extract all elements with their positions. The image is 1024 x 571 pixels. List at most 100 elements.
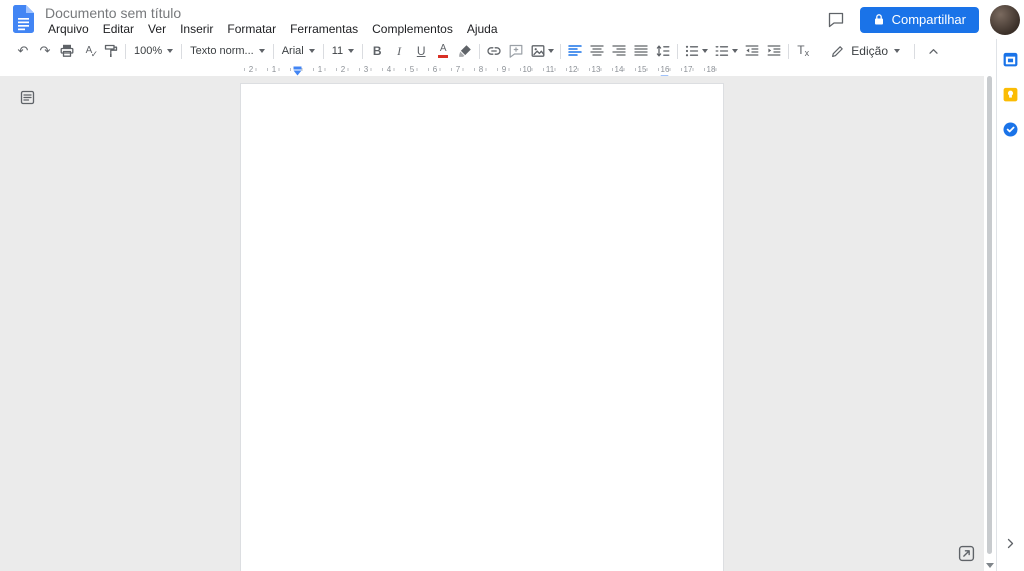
bulleted-list-button[interactable] <box>681 40 711 62</box>
paint-roller-icon <box>104 44 118 57</box>
chevron-down-icon <box>548 49 555 53</box>
show-outline-button[interactable] <box>18 88 36 106</box>
ruler-number: 2 <box>248 65 254 74</box>
bulleted-list-icon <box>686 45 699 57</box>
highlighter-icon <box>459 45 471 57</box>
chevron-down-icon <box>258 49 265 53</box>
underline-button[interactable]: U <box>410 40 432 62</box>
insert-image-button[interactable] <box>527 40 557 62</box>
editing-mode-dropdown[interactable]: Edição <box>823 40 907 62</box>
header: Documento sem título Arquivo Editar Ver … <box>0 0 1024 39</box>
spellcheck-button[interactable]: A ✓ <box>78 40 100 62</box>
undo-button[interactable]: ↶ <box>12 40 34 62</box>
clear-formatting-button[interactable]: Tx <box>792 40 814 62</box>
separator <box>362 43 364 59</box>
document-outline-icon <box>20 90 34 104</box>
menu-bar: Arquivo Editar Ver Inserir Formatar Ferr… <box>41 21 505 37</box>
text-color-icon: A <box>438 44 449 58</box>
italic-button[interactable]: I <box>388 40 410 62</box>
document-title[interactable]: Documento sem título <box>45 5 181 21</box>
tasks-button[interactable] <box>1002 120 1020 138</box>
menu-editar[interactable]: Editar <box>96 21 141 37</box>
hide-side-panel-button[interactable] <box>997 538 1024 549</box>
menu-arquivo[interactable]: Arquivo <box>41 21 96 37</box>
calendar-button[interactable] <box>1002 50 1020 68</box>
menu-inserir[interactable]: Inserir <box>173 21 220 37</box>
insert-link-button[interactable] <box>483 40 505 62</box>
clear-formatting-icon: Tx <box>797 43 810 58</box>
scrollbar-thumb[interactable] <box>987 76 992 554</box>
menu-formatar[interactable]: Formatar <box>220 21 283 37</box>
increase-indent-icon <box>767 45 781 56</box>
ruler-ticks <box>244 68 726 71</box>
separator <box>125 43 126 59</box>
paint-format-button[interactable] <box>100 40 122 62</box>
align-justify-icon <box>634 45 648 56</box>
ruler-number: 7 <box>455 65 461 74</box>
ruler-number: 8 <box>478 65 484 74</box>
chevron-down-icon <box>308 49 315 53</box>
align-center-icon <box>590 45 604 56</box>
open-comments-button[interactable] <box>823 7 849 33</box>
font-size-value: 11 <box>331 45 344 57</box>
highlight-color-button[interactable] <box>454 40 476 62</box>
font-size-dropdown[interactable]: 11 <box>327 40 359 62</box>
keep-button[interactable] <box>1002 85 1020 103</box>
ruler-number: 13 <box>591 65 601 74</box>
docs-logo-icon[interactable] <box>13 5 34 33</box>
chevron-down-icon <box>348 49 355 53</box>
increase-indent-button[interactable] <box>763 40 785 62</box>
styles-dropdown[interactable]: Texto norm... <box>185 40 270 62</box>
align-right-button[interactable] <box>608 40 630 62</box>
horizontal-ruler: 2 1 1 2 3 4 5 6 7 8 9 10 11 12 13 14 15 16 17 18 <box>0 63 984 81</box>
font-dropdown[interactable]: Arial <box>277 40 320 62</box>
decrease-indent-button[interactable] <box>741 40 763 62</box>
ruler-number: 15 <box>637 65 647 74</box>
google-docs-app: { "colors": { "accent_blue": "#1a73e8", … <box>0 0 1024 571</box>
comment-icon <box>828 12 843 27</box>
zoom-dropdown[interactable]: 100% <box>129 40 178 62</box>
align-left-button[interactable] <box>564 40 586 62</box>
separator <box>788 43 790 59</box>
scrollbar-down-arrow[interactable] <box>986 563 994 568</box>
numbered-list-button[interactable] <box>711 40 741 62</box>
user-avatar[interactable] <box>990 4 1020 35</box>
menu-complementos[interactable]: Complementos <box>365 21 460 37</box>
font-value: Arial <box>281 45 304 57</box>
decrease-indent-icon <box>745 45 759 56</box>
share-button-label: Compartilhar <box>891 12 966 27</box>
numbered-list-icon <box>715 46 729 56</box>
menu-ajuda[interactable]: Ajuda <box>460 21 505 37</box>
share-button[interactable]: Compartilhar <box>859 6 979 33</box>
italic-icon: I <box>397 44 402 58</box>
line-spacing-button[interactable] <box>652 40 674 62</box>
ruler-number: 18 <box>706 65 716 74</box>
redo-button[interactable]: ↷ <box>34 40 56 62</box>
bold-icon: B <box>372 44 382 58</box>
pencil-icon <box>832 45 844 57</box>
align-left-icon <box>568 45 582 56</box>
document-page[interactable] <box>240 83 724 571</box>
explore-button[interactable] <box>957 544 976 563</box>
add-comment-button[interactable] <box>505 40 527 62</box>
header-actions: Compartilhar <box>823 0 1020 39</box>
text-color-button[interactable]: A <box>432 40 454 62</box>
ruler-number: 11 <box>545 65 555 74</box>
ruler-number: 4 <box>386 65 392 74</box>
tasks-icon <box>1003 121 1018 137</box>
ruler-number: 1 <box>317 65 323 74</box>
separator <box>181 43 183 59</box>
menu-ferramentas[interactable]: Ferramentas <box>283 21 365 37</box>
bold-button[interactable]: B <box>366 40 388 62</box>
toolbar: ↶ ↷ A ✓ 100% Texto norm... Arial 11 B I … <box>0 39 984 63</box>
hide-menus-button[interactable] <box>922 40 944 62</box>
ruler-number: 3 <box>363 65 369 74</box>
separator <box>560 43 562 59</box>
ruler-number: 17 <box>683 65 693 74</box>
print-button[interactable] <box>56 40 78 62</box>
align-justify-button[interactable] <box>630 40 652 62</box>
menu-ver[interactable]: Ver <box>141 21 173 37</box>
calendar-icon <box>1003 52 1018 66</box>
align-center-button[interactable] <box>586 40 608 62</box>
line-spacing-icon <box>656 45 670 57</box>
